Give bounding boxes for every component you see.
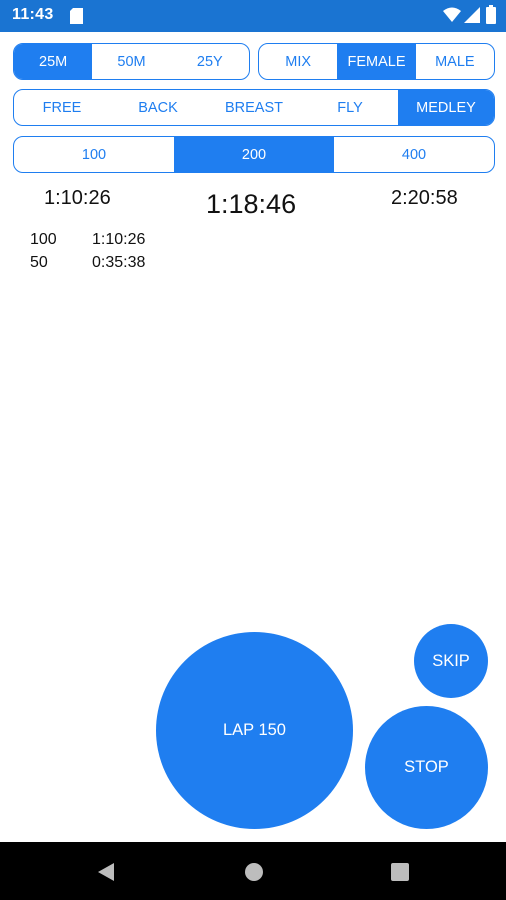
back-icon[interactable] — [94, 860, 118, 884]
recents-icon[interactable] — [388, 860, 412, 884]
gender-option-female[interactable]: FEMALE — [337, 44, 416, 79]
split-distance: 100 — [30, 231, 57, 248]
left-time: 1:10:26 — [44, 187, 111, 209]
navigation-bar — [0, 842, 506, 900]
distance-selector: 100 200 400 — [13, 136, 495, 173]
split-distance: 50 — [30, 254, 48, 271]
gender-selector: MIX FEMALE MALE — [258, 43, 495, 80]
split-row: 50 0:35:38 — [30, 254, 145, 272]
pool-option-25y[interactable]: 25Y — [171, 44, 249, 79]
skip-button[interactable]: SKIP — [414, 624, 488, 698]
sd-card-icon — [70, 8, 83, 24]
split-time: 1:10:26 — [92, 231, 146, 248]
signal-icon — [464, 7, 480, 23]
split-time: 0:35:38 — [92, 254, 146, 271]
status-time: 11:43 — [12, 6, 54, 23]
gender-option-mix[interactable]: MIX — [259, 44, 337, 79]
split-row: 100 1:10:26 — [30, 231, 145, 249]
distance-option-400[interactable]: 400 — [334, 137, 494, 172]
distance-option-200[interactable]: 200 — [174, 137, 334, 172]
pool-option-25m[interactable]: 25M — [14, 44, 93, 79]
battery-icon — [486, 5, 496, 24]
stroke-option-back[interactable]: BACK — [110, 90, 206, 125]
stroke-option-breast[interactable]: BREAST — [206, 90, 302, 125]
gender-option-male[interactable]: MALE — [416, 44, 494, 79]
main-timer: 1:18:46 — [206, 189, 297, 219]
stroke-option-medley[interactable]: MEDLEY — [398, 90, 494, 125]
pool-selector: 25M 50M 25Y — [13, 43, 250, 80]
status-bar: 11:43 — [0, 0, 506, 32]
distance-option-100[interactable]: 100 — [14, 137, 174, 172]
wifi-icon — [443, 7, 461, 22]
home-icon[interactable] — [242, 860, 266, 884]
lap-button[interactable]: LAP 150 — [156, 632, 353, 829]
stroke-option-free[interactable]: FREE — [14, 90, 110, 125]
stop-button[interactable]: STOP — [365, 706, 488, 829]
right-time: 2:20:58 — [391, 187, 458, 209]
stroke-selector: FREE BACK BREAST FLY MEDLEY — [13, 89, 495, 126]
pool-option-50m[interactable]: 50M — [92, 44, 170, 79]
stroke-option-fly[interactable]: FLY — [302, 90, 398, 125]
